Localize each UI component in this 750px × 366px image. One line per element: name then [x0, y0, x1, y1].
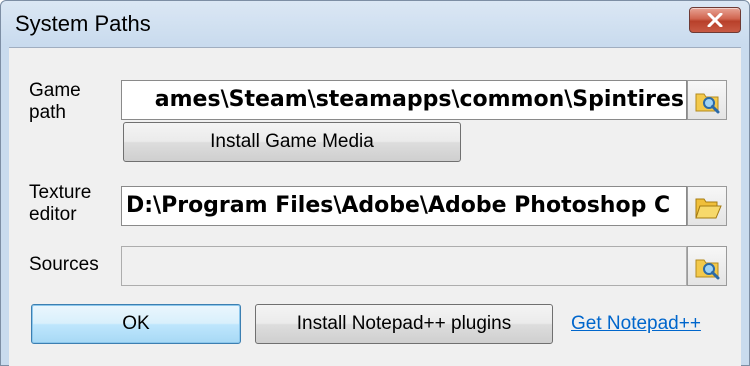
- open-folder-icon: [695, 198, 722, 219]
- system-paths-window: System Paths Game path ames\Steam\steama…: [0, 0, 750, 366]
- game-path-field[interactable]: ames\Steam\steamapps\common\Spintires: [121, 80, 687, 120]
- install-notepad-plugins-button[interactable]: Install Notepad++ plugins: [255, 304, 553, 344]
- close-button[interactable]: [689, 7, 741, 33]
- texture-editor-field[interactable]: D:\Program Files\Adobe\Adobe Photoshop C: [121, 186, 687, 226]
- close-icon: [707, 13, 723, 27]
- title-bar[interactable]: System Paths: [1, 1, 749, 45]
- window-title: System Paths: [15, 11, 151, 36]
- dialog-client-area: Game path ames\Steam\steamapps\common\Sp…: [9, 47, 741, 366]
- search-folder-icon: [695, 93, 720, 114]
- browse-game-path-button[interactable]: [687, 80, 727, 120]
- browse-sources-button[interactable]: [687, 246, 727, 286]
- install-game-media-button[interactable]: Install Game Media: [123, 122, 461, 162]
- texture-editor-label: Texture editor: [29, 182, 92, 225]
- get-notepad-link[interactable]: Get Notepad++: [571, 313, 701, 335]
- sources-label: Sources: [29, 254, 99, 275]
- game-path-label: Game path: [29, 80, 81, 123]
- search-folder-icon: [695, 259, 720, 280]
- ok-button[interactable]: OK: [31, 304, 241, 344]
- browse-texture-editor-button[interactable]: [687, 186, 727, 226]
- sources-field[interactable]: [121, 246, 687, 286]
